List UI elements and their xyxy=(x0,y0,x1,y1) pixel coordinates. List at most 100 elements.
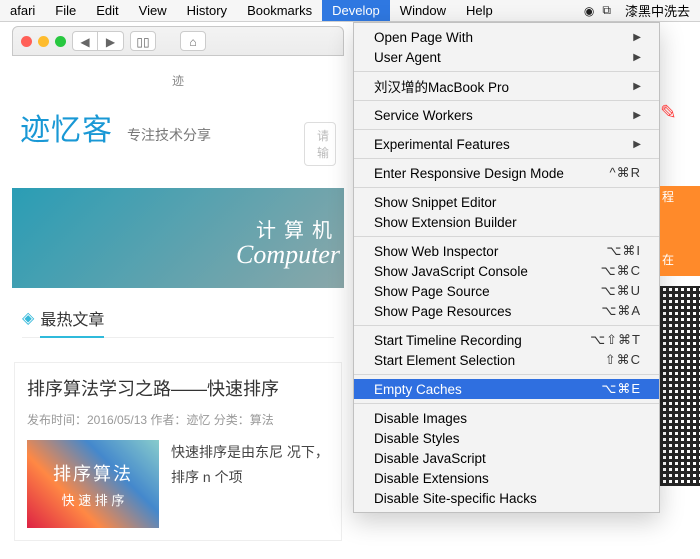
fire-icon: ◈ xyxy=(22,308,34,328)
article-card[interactable]: 排序算法学习之路——快速排序 发布时间：2016/05/13 作者：迹忆 分类：… xyxy=(14,362,342,541)
menu-item-start-element-selection[interactable]: Start Element Selection ⇧⌘C xyxy=(354,350,659,370)
menu-view[interactable]: View xyxy=(129,0,177,21)
menu-item-label: Show Web Inspector xyxy=(374,244,498,259)
side-tag[interactable]: 程 在 xyxy=(660,186,700,276)
article-thumbnail: 排序算法 快 速 排 序 xyxy=(27,440,159,528)
menu-item-show-page-resources[interactable]: Show Page Resources ⌥⌘A xyxy=(354,301,659,321)
safari-window: ◀ ▶ ▯▯ ⌂ xyxy=(12,26,344,76)
menu-item-enter-responsive-design-mode[interactable]: Enter Responsive Design Mode ^⌘R xyxy=(354,163,659,183)
menu-item-label: Disable Site-specific Hacks xyxy=(374,491,537,506)
menu-shortcut: ⌥⇧⌘T xyxy=(590,332,641,348)
menu-item-show-snippet-editor[interactable]: Show Snippet Editor xyxy=(354,192,659,212)
menu-separator xyxy=(354,158,659,159)
menu-item-disable-styles[interactable]: Disable Styles xyxy=(354,428,659,448)
menu-separator xyxy=(354,129,659,130)
menu-shortcut: ⌥⌘C xyxy=(601,263,641,279)
back-button[interactable]: ◀ xyxy=(72,31,98,51)
menu-item-service-workers[interactable]: Service Workers ▶ xyxy=(354,105,659,125)
menu-item-disable-site-specific-hacks[interactable]: Disable Site-specific Hacks xyxy=(354,488,659,508)
menu-item-label: Start Element Selection xyxy=(374,353,515,368)
minimize-window-button[interactable] xyxy=(38,36,49,47)
banner-title-zh: 计算机 xyxy=(256,214,340,243)
marker-icon[interactable]: ✎ xyxy=(660,100,690,126)
close-window-button[interactable] xyxy=(21,36,32,47)
menu-item-user-agent[interactable]: User Agent ▶ xyxy=(354,47,659,67)
submenu-arrow-icon: ▶ xyxy=(633,110,641,121)
menu-item-show-javascript-console[interactable]: Show JavaScript Console⌥⌘C xyxy=(354,261,659,281)
menu-item-label: User Agent xyxy=(374,50,441,65)
menu-shortcut: ⌥⌘I xyxy=(606,243,641,259)
menu-item-show-page-source[interactable]: Show Page Source ⌥⌘U xyxy=(354,281,659,301)
webpage-content: 迹 迹忆客 专注技术分享 请输 计算机 Computer ◈ 最热文章 排序算法… xyxy=(12,72,344,559)
menu-edit[interactable]: Edit xyxy=(86,0,128,21)
menu-shortcut: ⇧⌘C xyxy=(605,352,641,368)
submenu-arrow-icon: ▶ xyxy=(633,139,641,150)
cloud-icon[interactable]: ◉ xyxy=(584,4,594,18)
url-hint: 迹 xyxy=(12,72,344,89)
develop-menu: Open Page With▶User Agent▶刘汉增的MacBook Pr… xyxy=(353,22,660,513)
home-button[interactable]: ⌂ xyxy=(180,31,206,51)
overlap-icon[interactable]: ⧉ xyxy=(602,3,611,18)
qr-code xyxy=(660,286,700,486)
menu-item-label: Show Page Source xyxy=(374,284,490,299)
site-logo[interactable]: 迹忆客 xyxy=(20,105,113,149)
menu-bookmarks[interactable]: Bookmarks xyxy=(237,0,322,21)
menu-safari[interactable]: afari xyxy=(0,0,45,21)
menu-history[interactable]: History xyxy=(177,0,237,21)
menu-item-disable-images[interactable]: Disable Images xyxy=(354,408,659,428)
menu-shortcut: ⌥⌘E xyxy=(601,381,641,397)
menu-item-macbook-pro[interactable]: 刘汉增的MacBook Pro ▶ xyxy=(354,76,659,96)
menu-item-label: Service Workers xyxy=(374,108,473,123)
thumb-text-zh: 排序算法 xyxy=(53,460,133,486)
menu-item-label: 刘汉增的MacBook Pro xyxy=(374,76,509,96)
menu-help[interactable]: Help xyxy=(456,0,503,21)
menu-item-label: Show Extension Builder xyxy=(374,215,517,230)
menu-item-label: Disable Styles xyxy=(374,431,460,446)
menu-item-label: Disable Images xyxy=(374,411,467,426)
menu-item-start-timeline-recording[interactable]: Start Timeline Recording ⌥⇧⌘T xyxy=(354,330,659,350)
menu-item-disable-javascript[interactable]: Disable JavaScript xyxy=(354,448,659,468)
thumb-text-sub: 快 速 排 序 xyxy=(62,490,125,509)
menu-item-label: Disable JavaScript xyxy=(374,451,486,466)
menu-item-label: Show Page Resources xyxy=(374,304,511,319)
hot-articles-heading: 最热文章 xyxy=(40,306,104,338)
menu-item-empty-caches[interactable]: Empty Caches ⌥⌘E xyxy=(354,379,659,399)
banner-title-en: Computer xyxy=(236,240,340,270)
menu-item-disable-extensions[interactable]: Disable Extensions xyxy=(354,468,659,488)
menu-item-label: Start Timeline Recording xyxy=(374,333,522,348)
menu-separator xyxy=(354,403,659,404)
menu-item-label: Enter Responsive Design Mode xyxy=(374,166,564,181)
menu-separator xyxy=(354,100,659,101)
sidebar-button[interactable]: ▯▯ xyxy=(130,31,156,51)
menu-separator xyxy=(354,325,659,326)
article-meta: 发布时间：2016/05/13 作者：迹忆 分类：算法 xyxy=(27,411,329,428)
mac-menubar: afari File Edit View History Bookmarks D… xyxy=(0,0,700,22)
menubar-right-text[interactable]: 漆黑中洗去 xyxy=(615,0,700,21)
right-edge-strip: ✎ 程 在 xyxy=(660,100,700,486)
menu-item-experimental-features[interactable]: Experimental Features ▶ xyxy=(354,134,659,154)
menu-item-label: Disable Extensions xyxy=(374,471,489,486)
menu-item-open-page-with[interactable]: Open Page With▶ xyxy=(354,27,659,47)
article-title[interactable]: 排序算法学习之路——快速排序 xyxy=(27,375,329,401)
side-tag-line1: 程 xyxy=(662,188,698,205)
submenu-arrow-icon: ▶ xyxy=(633,81,641,92)
menu-item-label: Experimental Features xyxy=(374,137,510,152)
menu-shortcut: ^⌘R xyxy=(610,165,642,181)
menu-item-show-web-inspector[interactable]: Show Web Inspector ⌥⌘I xyxy=(354,241,659,261)
menu-develop[interactable]: Develop xyxy=(322,0,390,21)
menu-shortcut: ⌥⌘A xyxy=(601,303,641,319)
article-excerpt: 快速排序是由东尼 况下，排序 n 个项 xyxy=(171,440,329,528)
side-tag-line2: 在 xyxy=(662,251,698,268)
menu-item-label: Empty Caches xyxy=(374,382,462,397)
menu-item-label: Show Snippet Editor xyxy=(374,195,496,210)
menu-window[interactable]: Window xyxy=(390,0,456,21)
submenu-arrow-icon: ▶ xyxy=(633,52,641,63)
menu-file[interactable]: File xyxy=(45,0,86,21)
zoom-window-button[interactable] xyxy=(55,36,66,47)
site-tagline: 专注技术分享 xyxy=(127,125,211,145)
menu-separator xyxy=(354,236,659,237)
forward-button[interactable]: ▶ xyxy=(98,31,124,51)
menu-shortcut: ⌥⌘U xyxy=(601,283,641,299)
menu-item-show-extension-builder[interactable]: Show Extension Builder xyxy=(354,212,659,232)
search-input[interactable]: 请输 xyxy=(304,122,336,166)
